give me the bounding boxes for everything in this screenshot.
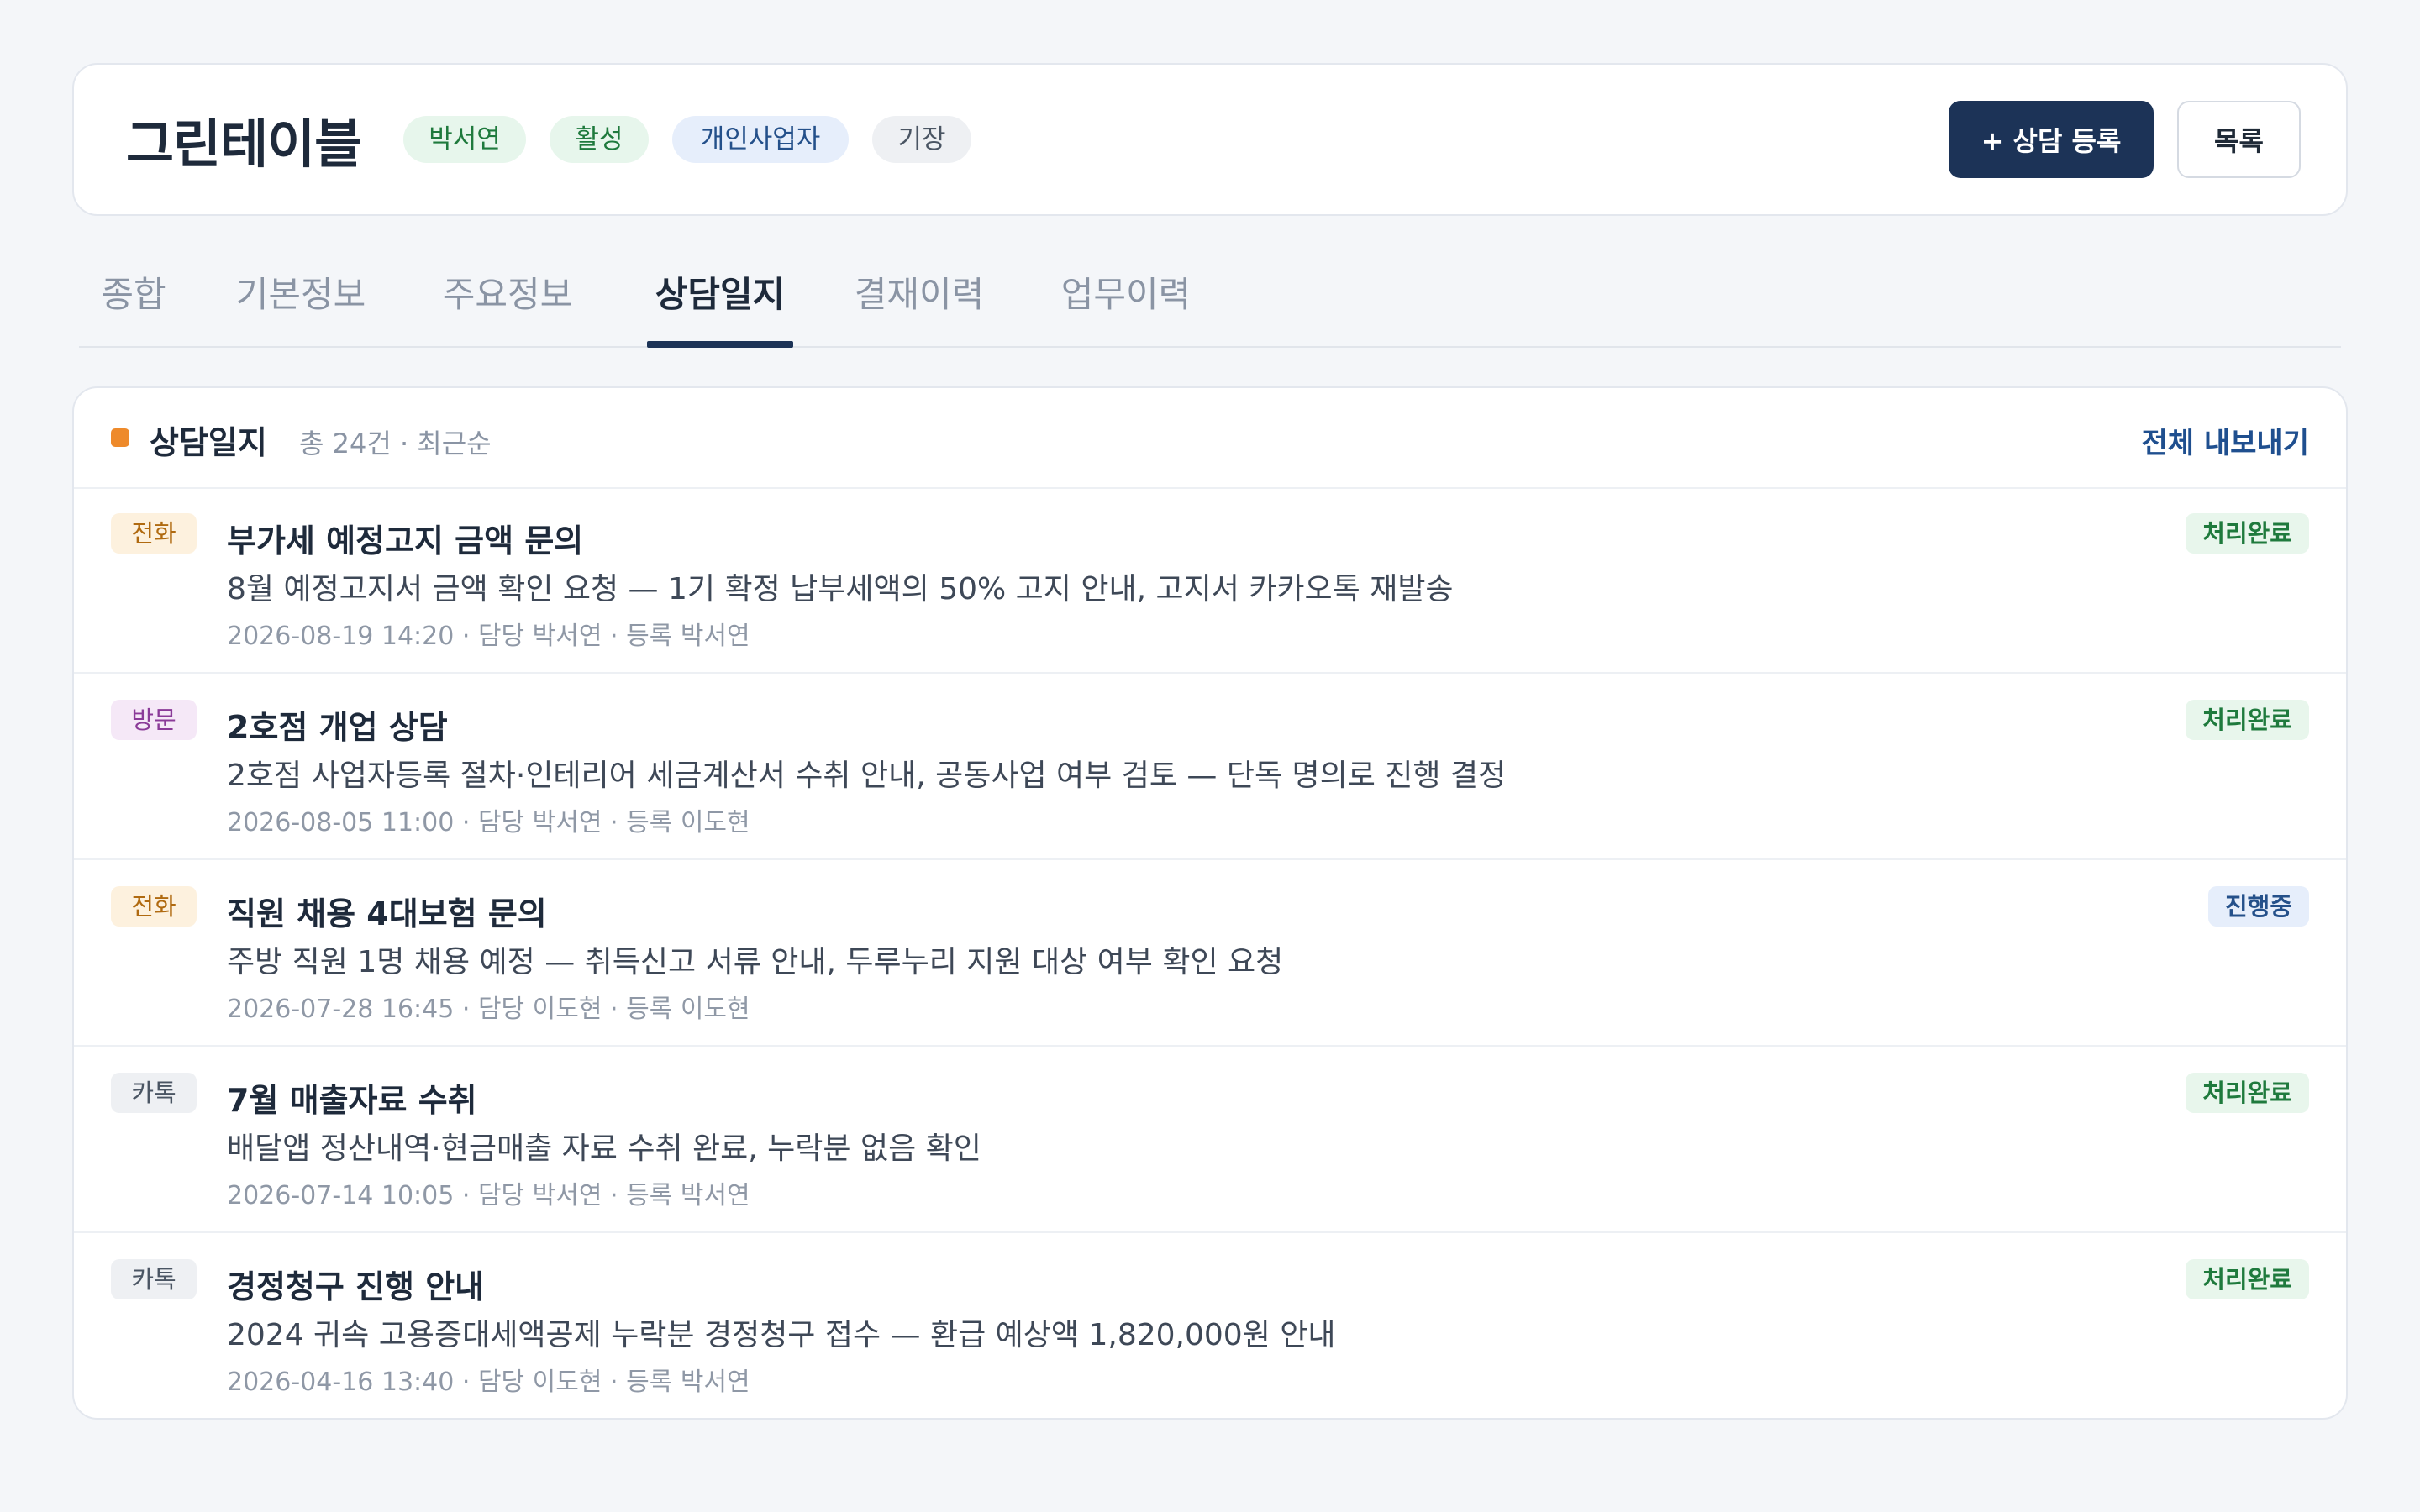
status-badge: 처리완료 (2186, 1259, 2309, 1299)
active-tab-indicator (647, 341, 793, 348)
entry-title: 경정청구 진행 안내 (227, 1268, 485, 1305)
business-type-badge: 개인사업자 (672, 116, 849, 163)
entry-meta: 2026-04-16 13:40 · 담당 이도현 · 등록 박서연 (227, 1368, 750, 1397)
entry-description: 주방 직원 1명 채용 예정 — 취득신고 서류 안내, 두루누리 지원 대상 … (227, 945, 1284, 979)
status-badge: 진행중 (2207, 886, 2309, 927)
log-entry[interactable]: 전화 직원 채용 4대보험 문의 주방 직원 1명 채용 예정 — 취득신고 서… (74, 860, 2346, 1047)
back-to-list-button[interactable]: 목록 (2177, 101, 2301, 178)
type-tag-kakaotalk: 카톡 (111, 1259, 197, 1299)
entry-description: 배달앱 정산내역·현금매출 자료 수취 완료, 누락분 없음 확인 (227, 1131, 981, 1166)
status-badge: 처리완료 (2186, 1073, 2309, 1113)
service-type-badge: 기장 (872, 116, 971, 163)
tab-consultation-log[interactable]: 상담일지 (647, 244, 793, 346)
client-name: 그린테이블 (126, 113, 362, 175)
entry-meta: 2026-07-14 10:05 · 담당 박서연 · 등록 박서연 (227, 1181, 750, 1210)
entry-description: 8월 예정고지서 금액 확인 요청 — 1기 확정 납부세액의 50% 고지 안… (227, 572, 1454, 606)
consultation-log-card: 상담일지 총 24건 · 최근순 전체 내보내기 전화 부가세 예정고지 금액 … (72, 386, 2348, 1420)
manager-badge: 박서연 (403, 116, 526, 163)
log-entry[interactable]: 전화 부가세 예정고지 금액 문의 8월 예정고지서 금액 확인 요청 — 1기… (74, 487, 2346, 674)
entry-title: 부가세 예정고지 금액 문의 (227, 522, 584, 559)
entry-description: 2호점 사업자등록 절차·인테리어 세금계산서 수취 안내, 공동사업 여부 검… (227, 759, 1507, 793)
type-tag-kakaotalk: 카톡 (111, 1073, 197, 1113)
section-title: 상담일지 (150, 424, 267, 461)
status-badge: 활성 (550, 116, 649, 163)
section-marker-icon (111, 428, 129, 447)
log-header: 상담일지 총 24건 · 최근순 전체 내보내기 (74, 388, 2346, 489)
tab-bar: 종합 기본정보 주요정보 상담일지 결재이력 업무이력 (79, 244, 2341, 348)
client-header-card: 그린테이블 박서연 활성 개인사업자 기장 + 상담 등록 목록 (72, 63, 2348, 216)
log-entry[interactable]: 카톡 7월 매출자료 수취 배달앱 정산내역·현금매출 자료 수취 완료, 누락… (74, 1047, 2346, 1233)
tab-key-info[interactable]: 주요정보 (434, 244, 581, 346)
log-entry[interactable]: 방문 2호점 개업 상담 2호점 사업자등록 절차·인테리어 세금계산서 수취 … (74, 674, 2346, 860)
type-tag-phone: 전화 (111, 513, 197, 554)
entry-meta: 2026-07-28 16:45 · 담당 이도현 · 등록 이도현 (227, 995, 750, 1024)
entry-title: 7월 매출자료 수취 (227, 1082, 477, 1119)
tab-summary[interactable]: 종합 (79, 244, 188, 346)
tab-basic-info[interactable]: 기본정보 (227, 244, 375, 346)
add-consultation-button[interactable]: + 상담 등록 (1949, 101, 2154, 178)
type-tag-visit: 방문 (111, 700, 197, 740)
entry-meta: 2026-08-19 14:20 · 담당 박서연 · 등록 박서연 (227, 622, 750, 651)
tab-approval-history[interactable]: 결재이력 (845, 244, 993, 346)
entry-title: 2호점 개업 상담 (227, 709, 448, 746)
entry-meta: 2026-08-05 11:00 · 담당 박서연 · 등록 이도현 (227, 808, 750, 837)
tab-work-history[interactable]: 업무이력 (1052, 244, 1200, 346)
type-tag-phone: 전화 (111, 886, 197, 927)
entry-title: 직원 채용 4대보험 문의 (227, 895, 547, 932)
export-all-link[interactable]: 전체 내보내기 (2141, 420, 2309, 461)
status-badge: 처리완료 (2186, 513, 2309, 554)
log-count-meta: 총 24건 · 최근순 (299, 428, 492, 459)
status-badge: 처리완료 (2186, 700, 2309, 740)
log-entry[interactable]: 카톡 경정청구 진행 안내 2024 귀속 고용증대세액공제 누락분 경정청구 … (74, 1233, 2346, 1418)
entry-description: 2024 귀속 고용증대세액공제 누락분 경정청구 접수 — 환급 예상액 1,… (227, 1318, 1336, 1352)
